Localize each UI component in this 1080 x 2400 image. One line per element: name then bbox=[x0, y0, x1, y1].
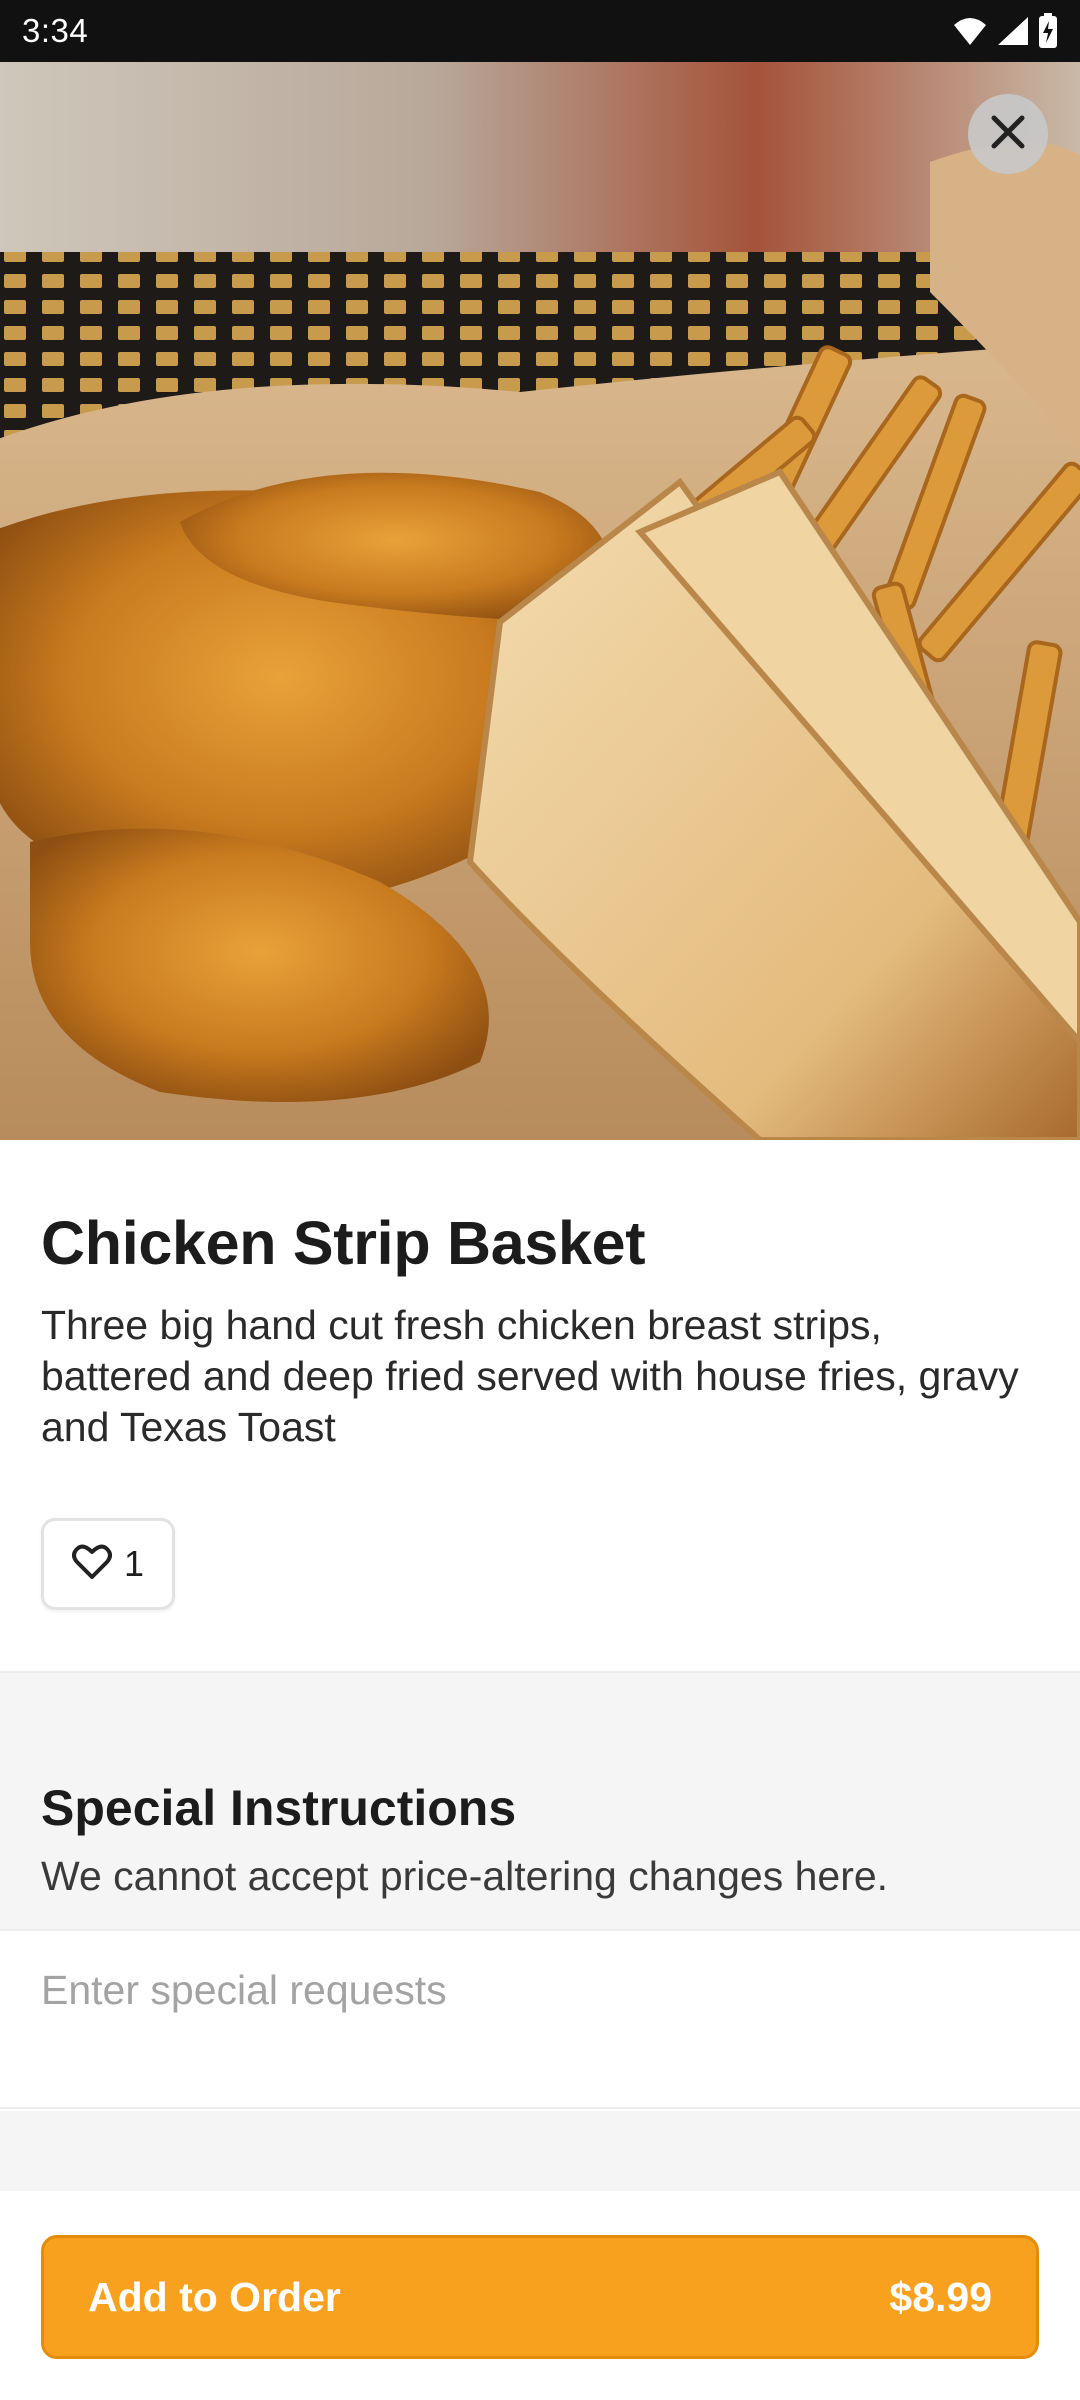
section-divider bbox=[0, 2111, 1080, 2191]
like-count: 1 bbox=[123, 1543, 145, 1584]
special-instructions-title: Special Instructions bbox=[41, 1780, 517, 1836]
item-description: Three big hand cut fresh chicken breast … bbox=[41, 1302, 1019, 1450]
status-time: 3:34 bbox=[22, 12, 89, 49]
heart-outline-icon bbox=[71, 1544, 112, 1585]
add-to-order-label: Add to Order bbox=[88, 2273, 341, 2320]
special-requests-input[interactable] bbox=[0, 1931, 1080, 2107]
special-requests-field bbox=[0, 1929, 1080, 2109]
battery-charging-icon bbox=[1038, 13, 1058, 49]
wifi-icon bbox=[952, 15, 988, 47]
footer: Add to Order $8.99 bbox=[0, 2191, 1080, 2400]
status-icons bbox=[952, 13, 1058, 49]
close-button[interactable] bbox=[968, 94, 1048, 174]
status-bar: 3:34 bbox=[0, 0, 1080, 62]
item-price: $8.99 bbox=[889, 2273, 992, 2320]
signal-icon bbox=[996, 15, 1030, 47]
special-instructions-subtitle: We cannot accept price-altering changes … bbox=[41, 1853, 889, 1899]
add-to-order-button[interactable]: Add to Order $8.99 bbox=[41, 2235, 1039, 2359]
close-icon bbox=[990, 114, 1026, 155]
like-button[interactable]: 1 bbox=[41, 1518, 175, 1610]
item-photo bbox=[0, 62, 1080, 1140]
item-title: Chicken Strip Basket bbox=[41, 1209, 646, 1277]
